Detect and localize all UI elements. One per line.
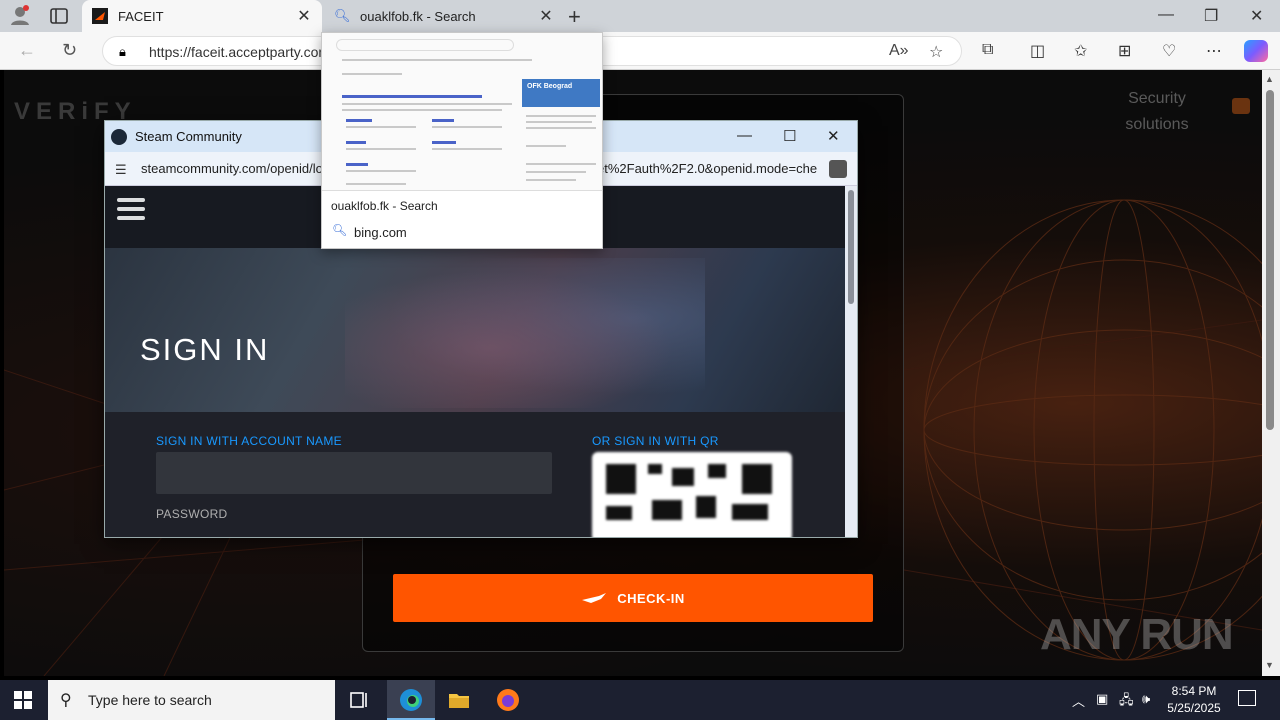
minimize-icon[interactable]: — — [1158, 6, 1174, 24]
hero-artwork — [345, 258, 705, 408]
padlock-icon — [1232, 98, 1250, 114]
tab-label: FACEIT — [118, 8, 164, 24]
signin-form: SIGN IN WITH ACCOUNT NAME PASSWORD OR SI… — [105, 412, 845, 537]
back-icon[interactable]: ← — [18, 40, 36, 61]
steam-url-right: et%2Fauth%2F2.0&openid.mode=che — [597, 161, 818, 176]
favorite-star-icon[interactable]: ☆ — [929, 42, 943, 62]
read-aloud-icon[interactable]: A» — [889, 42, 909, 60]
check-in-button[interactable]: CHECK-IN — [393, 574, 873, 622]
tray-device-icon[interactable]: ▣ — [1096, 691, 1108, 707]
tab-actions-icon[interactable] — [48, 6, 70, 26]
translate-icon[interactable] — [829, 160, 847, 178]
signin-hero-banner: SIGN IN — [105, 248, 845, 412]
search-icon: ⚲ — [60, 692, 72, 709]
new-tab-icon[interactable]: + — [568, 4, 581, 30]
tab-label: ouaklfob.fk - Search — [360, 8, 476, 24]
performance-icon[interactable]: ♡ — [1162, 41, 1176, 61]
profile-icon[interactable] — [9, 4, 31, 26]
lock-icon[interactable]: 🔒︎ — [119, 44, 126, 60]
network-icon[interactable]: 🖧︎ — [1119, 691, 1134, 713]
preview-thumbnail: OFK Beograd — [322, 33, 602, 191]
more-icon[interactable]: ⋯ — [1206, 41, 1222, 61]
check-in-label: CHECK-IN — [617, 590, 685, 606]
close-tab-icon[interactable]: ✕ — [296, 6, 312, 26]
preview-site: bing.com — [354, 225, 407, 240]
split-screen-icon[interactable]: ◫ — [1030, 41, 1045, 61]
tab-hover-preview: OFK Beograd ouaklfob.fk - Search 🔍︎ bing… — [321, 32, 603, 249]
preview-site-icon: 🔍︎ — [332, 223, 348, 237]
notification-icon[interactable] — [1238, 690, 1256, 706]
extensions-icon[interactable]: ⧉ — [982, 41, 993, 59]
faceit-favicon-icon — [92, 8, 108, 24]
favorites-icon[interactable]: ✩ — [1074, 41, 1087, 61]
address-bar-row: ← ↻ 🔒︎ https://faceit.acceptparty.com A»… — [0, 32, 1280, 70]
preview-card-title: OFK Beograd — [527, 83, 573, 90]
steam-maximize-icon[interactable]: ☐ — [783, 127, 796, 145]
steam-scrollbar[interactable] — [845, 186, 857, 537]
taskbar-clock[interactable]: 8:54 PM 5/25/2025 — [1158, 683, 1230, 717]
task-view-icon[interactable] — [348, 688, 372, 712]
tab-search[interactable]: 🔍︎ ouaklfob.fk - Search ✕ — [324, 0, 564, 32]
anyrun-watermark: ANY RUN — [1040, 610, 1234, 659]
steam-scrollbar-thumb[interactable] — [848, 190, 854, 304]
steam-minimize-icon[interactable]: — — [737, 127, 752, 144]
security-solutions-text: Security solutions — [1125, 90, 1189, 133]
close-window-icon[interactable]: ✕ — [1250, 6, 1263, 26]
account-name-label: SIGN IN WITH ACCOUNT NAME — [156, 434, 342, 448]
collections-icon[interactable]: ⊞ — [1118, 41, 1131, 61]
signin-title: SIGN IN — [140, 332, 270, 367]
qr-code — [592, 452, 792, 537]
clock-time: 8:54 PM — [1171, 684, 1217, 698]
preview-searchbox — [336, 39, 514, 51]
taskbar-search[interactable]: ⚲ Type here to search — [48, 680, 335, 720]
scrollbar-thumb[interactable] — [1266, 90, 1274, 430]
hamburger-menu-icon[interactable] — [117, 198, 145, 220]
steam-window-title: Steam Community — [135, 129, 242, 144]
password-label: PASSWORD — [156, 507, 228, 521]
url-text: https://faceit.acceptparty.com — [149, 44, 331, 60]
steam-close-icon[interactable]: ✕ — [827, 127, 840, 145]
site-info-icon[interactable]: ☰ — [115, 162, 127, 178]
clock-date: 5/25/2025 — [1167, 701, 1221, 715]
tab-faceit[interactable]: FACEIT ✕ — [82, 0, 322, 32]
copilot-icon[interactable] — [1244, 40, 1268, 62]
refresh-icon[interactable]: ↻ — [62, 40, 77, 61]
windows-taskbar: ⚲ Type here to search ︿ ▣ 🖧︎ 🕪︎ 8:54 PM … — [0, 680, 1280, 720]
steam-logo-icon — [111, 128, 127, 145]
check-in-icon — [582, 593, 607, 603]
taskbar-search-placeholder: Type here to search — [88, 692, 212, 708]
scroll-down-icon[interactable]: ▼ — [1265, 660, 1274, 670]
tab-bar: FACEIT ✕ 🔍︎ ouaklfob.fk - Search ✕ + — ❐… — [0, 0, 1280, 32]
firefox-icon[interactable] — [496, 688, 520, 712]
account-name-input[interactable] — [156, 452, 552, 494]
close-tab-icon[interactable]: ✕ — [538, 6, 554, 26]
tray-overflow-icon[interactable]: ︿ — [1072, 691, 1085, 710]
scroll-up-icon[interactable]: ▲ — [1265, 74, 1274, 84]
preview-title: ouaklfob.fk - Search — [331, 199, 438, 213]
volume-icon[interactable]: 🕪︎ — [1142, 691, 1150, 707]
file-explorer-icon[interactable] — [447, 688, 471, 712]
edge-icon[interactable] — [399, 688, 423, 712]
windows-start-icon[interactable] — [14, 691, 32, 709]
search-favicon-icon: 🔍︎ — [334, 8, 351, 23]
steam-url-left: steamcommunity.com/openid/lo — [141, 161, 323, 176]
restore-icon[interactable]: ❐ — [1204, 6, 1218, 26]
qr-signin-label: OR SIGN IN WITH QR — [592, 434, 719, 448]
page-scrollbar[interactable]: ▲ ▼ — [1262, 70, 1280, 676]
